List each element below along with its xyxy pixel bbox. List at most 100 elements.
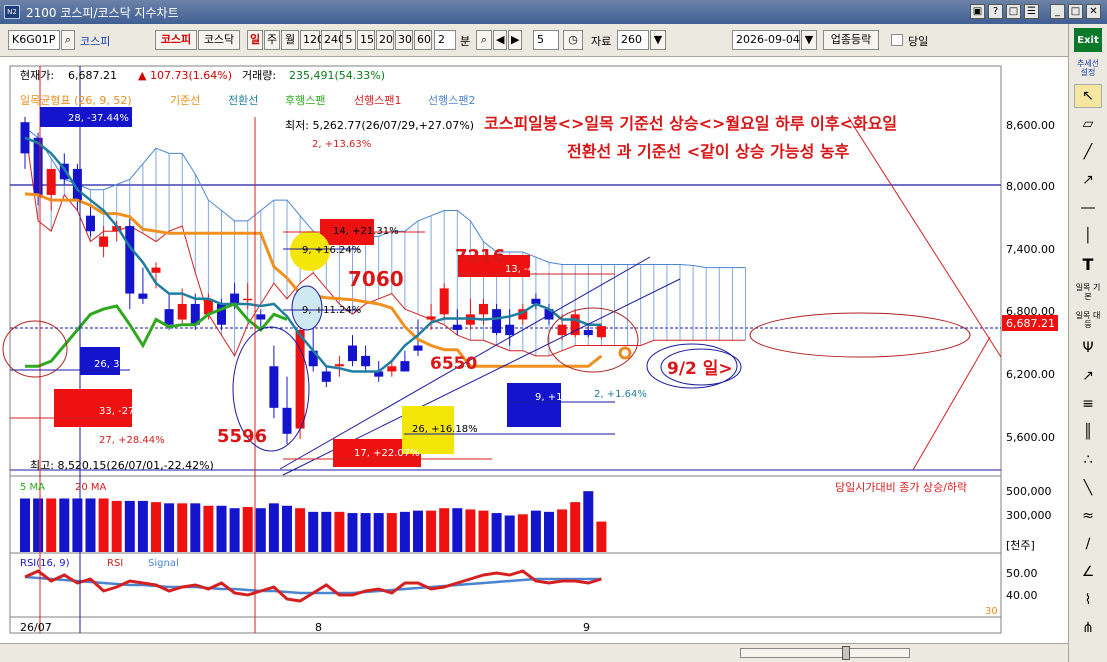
vertical-line-icon[interactable]: │ [1074, 224, 1102, 248]
box-9b-text: 9, +11.24% [302, 305, 361, 316]
legend-span2: 선행스팬2 [428, 94, 475, 107]
line-icon[interactable]: ╱ [1074, 140, 1102, 164]
box-28-text: 28, -37.44% [68, 113, 129, 124]
exit-button[interactable]: Exit [1074, 28, 1102, 52]
volume-bar-40 [544, 511, 554, 552]
vol-unit: [천주] [1006, 538, 1035, 552]
volume-bar-19 [268, 503, 279, 552]
eraser-icon[interactable]: ▱ [1074, 112, 1102, 136]
volume-bar-9 [137, 500, 148, 552]
tab-min-15[interactable]: 15 [357, 30, 375, 50]
price-label: 현재가: [20, 69, 54, 82]
gann-fan-icon[interactable]: ∴ [1074, 448, 1102, 472]
horizontal-line-icon[interactable]: ― [1074, 196, 1102, 220]
candle-32 [439, 288, 449, 315]
headline-1: 코스피일봉<>일목 기준선 상승<>월요일 하루 이후<화요일 [484, 114, 897, 133]
volume-value: 235,491(54.33%) [289, 69, 385, 82]
date-tick-aug: 8 [315, 621, 322, 634]
volume-bar-0 [20, 498, 30, 552]
candle-41 [557, 324, 567, 336]
restore-icon[interactable]: □ [1006, 4, 1021, 19]
rsi-tick-50: 50.00 [1006, 567, 1038, 580]
data-count-select[interactable]: 260 [617, 30, 649, 50]
box-26b-text: 26, +16.18% [412, 424, 478, 435]
date-dropdown-icon[interactable]: ▼ [801, 30, 817, 50]
window-title: 2100 코스피/코스닥 지수차트 [26, 5, 179, 20]
prev-icon[interactable]: ◀ [493, 30, 507, 50]
volume-bar-23 [321, 511, 332, 552]
arrow-line-icon[interactable]: ↗ [1074, 168, 1102, 192]
dropdown-arrow-icon[interactable]: ▼ [650, 30, 666, 50]
zoom-icon[interactable]: ⌕ [476, 30, 492, 50]
date-tick-jul: 26/07 [20, 621, 52, 634]
tab-min-20[interactable]: 20 [376, 30, 394, 50]
candle-18 [256, 314, 266, 320]
trend-setting-button[interactable]: 추세선 설정 [1074, 56, 1102, 80]
gann-grid-icon[interactable]: ╲ [1074, 476, 1102, 500]
tab-kosdaq[interactable]: 코스닥 [198, 30, 240, 50]
maximize-icon[interactable]: □ [1068, 4, 1083, 19]
candle-26 [361, 355, 371, 367]
parallel-lines-icon[interactable]: ∕ [1074, 532, 1102, 556]
price-value: 6,687.21 [68, 69, 117, 82]
fibonacci-retracement-icon[interactable]: ≡ [1074, 392, 1102, 416]
sector-button[interactable]: 업종등락 [823, 30, 879, 50]
tab-min-30[interactable]: 30 [395, 30, 413, 50]
cycle-lines-icon[interactable]: ║ [1074, 420, 1102, 444]
legend-rsi-params: RSI(16, 9) [20, 558, 70, 569]
angle-icon[interactable]: ∠ [1074, 560, 1102, 584]
clock-icon[interactable]: ◷ [563, 30, 583, 50]
fibonacci-fan-icon[interactable]: ↗ [1074, 364, 1102, 388]
legend-rsi: RSI [107, 558, 123, 569]
tab-weekly[interactable]: 주 [264, 30, 280, 50]
minute-input[interactable]: 2 [434, 30, 456, 50]
today-checkbox[interactable] [891, 34, 903, 46]
fan-icon[interactable]: Ψ [1074, 336, 1102, 360]
ichimoku-basic-button[interactable]: 일목 기본 [1074, 280, 1102, 304]
tab-daily[interactable]: 일 [247, 30, 263, 50]
help-icon[interactable]: ? [988, 4, 1003, 19]
volume-bar-12 [177, 503, 188, 552]
box-33-text: 33, -27.11% [99, 406, 160, 417]
next-icon[interactable]: ▶ [508, 30, 522, 50]
tab-monthly[interactable]: 월 [281, 30, 299, 50]
tab-min-5[interactable]: 5 [342, 30, 356, 50]
slider-thumb[interactable] [842, 646, 850, 660]
speed-lines-icon[interactable]: ≈ [1074, 504, 1102, 528]
pin-icon[interactable]: ▣ [970, 4, 985, 19]
cursor-icon[interactable]: ↖ [1074, 84, 1102, 108]
code-input[interactable]: K6G01P [8, 30, 60, 50]
date-select[interactable]: 2026-09-04 [732, 30, 800, 50]
pattern-icon[interactable]: ⌇ [1074, 588, 1102, 612]
scroll-bar[interactable] [0, 643, 1068, 662]
volume-bar-18 [255, 508, 266, 552]
tick-6200: 6,200.00 [1006, 368, 1055, 381]
tile-icon[interactable]: ☰ [1024, 4, 1039, 19]
volume-label: 거래량: [242, 69, 276, 82]
rsi-tick-40: 40.00 [1006, 589, 1038, 602]
code-search-icon[interactable]: ⌕ [61, 30, 75, 50]
volume-bar-33 [452, 508, 463, 552]
text-tool-icon[interactable]: T [1074, 252, 1102, 276]
candle-28 [387, 366, 397, 372]
volume-bar-24 [334, 511, 345, 552]
chart-canvas[interactable]: 현재가: 6,687.21 ▲ 107.73(1.64%) 거래량: 235,4… [0, 57, 1068, 643]
minimize-icon[interactable]: _ [1050, 4, 1065, 19]
change-up-icon: ▲ [138, 69, 147, 82]
count-input[interactable]: 5 [533, 30, 559, 50]
zoom-slider[interactable] [740, 648, 910, 658]
tab-kospi[interactable]: 코스피 [155, 30, 197, 50]
tab-min-240[interactable]: 240 [321, 30, 345, 50]
label-date: 9/2 일> [667, 359, 733, 379]
volume-bar-7 [111, 500, 122, 552]
label-5596: 5596 [217, 426, 267, 447]
tab-min-120[interactable]: 120 [300, 30, 324, 50]
index-name: 코스피 [80, 35, 111, 48]
label-7060: 7060 [348, 267, 404, 291]
tab-min-60[interactable]: 60 [414, 30, 432, 50]
andrews-pitchfork-icon[interactable]: ⋔ [1074, 616, 1102, 640]
chart-area: 현재가: 6,687.21 ▲ 107.73(1.64%) 거래량: 235,4… [0, 57, 1068, 662]
ichimoku-equal-button[interactable]: 일목 대등 [1074, 308, 1102, 332]
candle-36 [492, 309, 502, 334]
close-icon[interactable]: ✕ [1086, 4, 1101, 19]
